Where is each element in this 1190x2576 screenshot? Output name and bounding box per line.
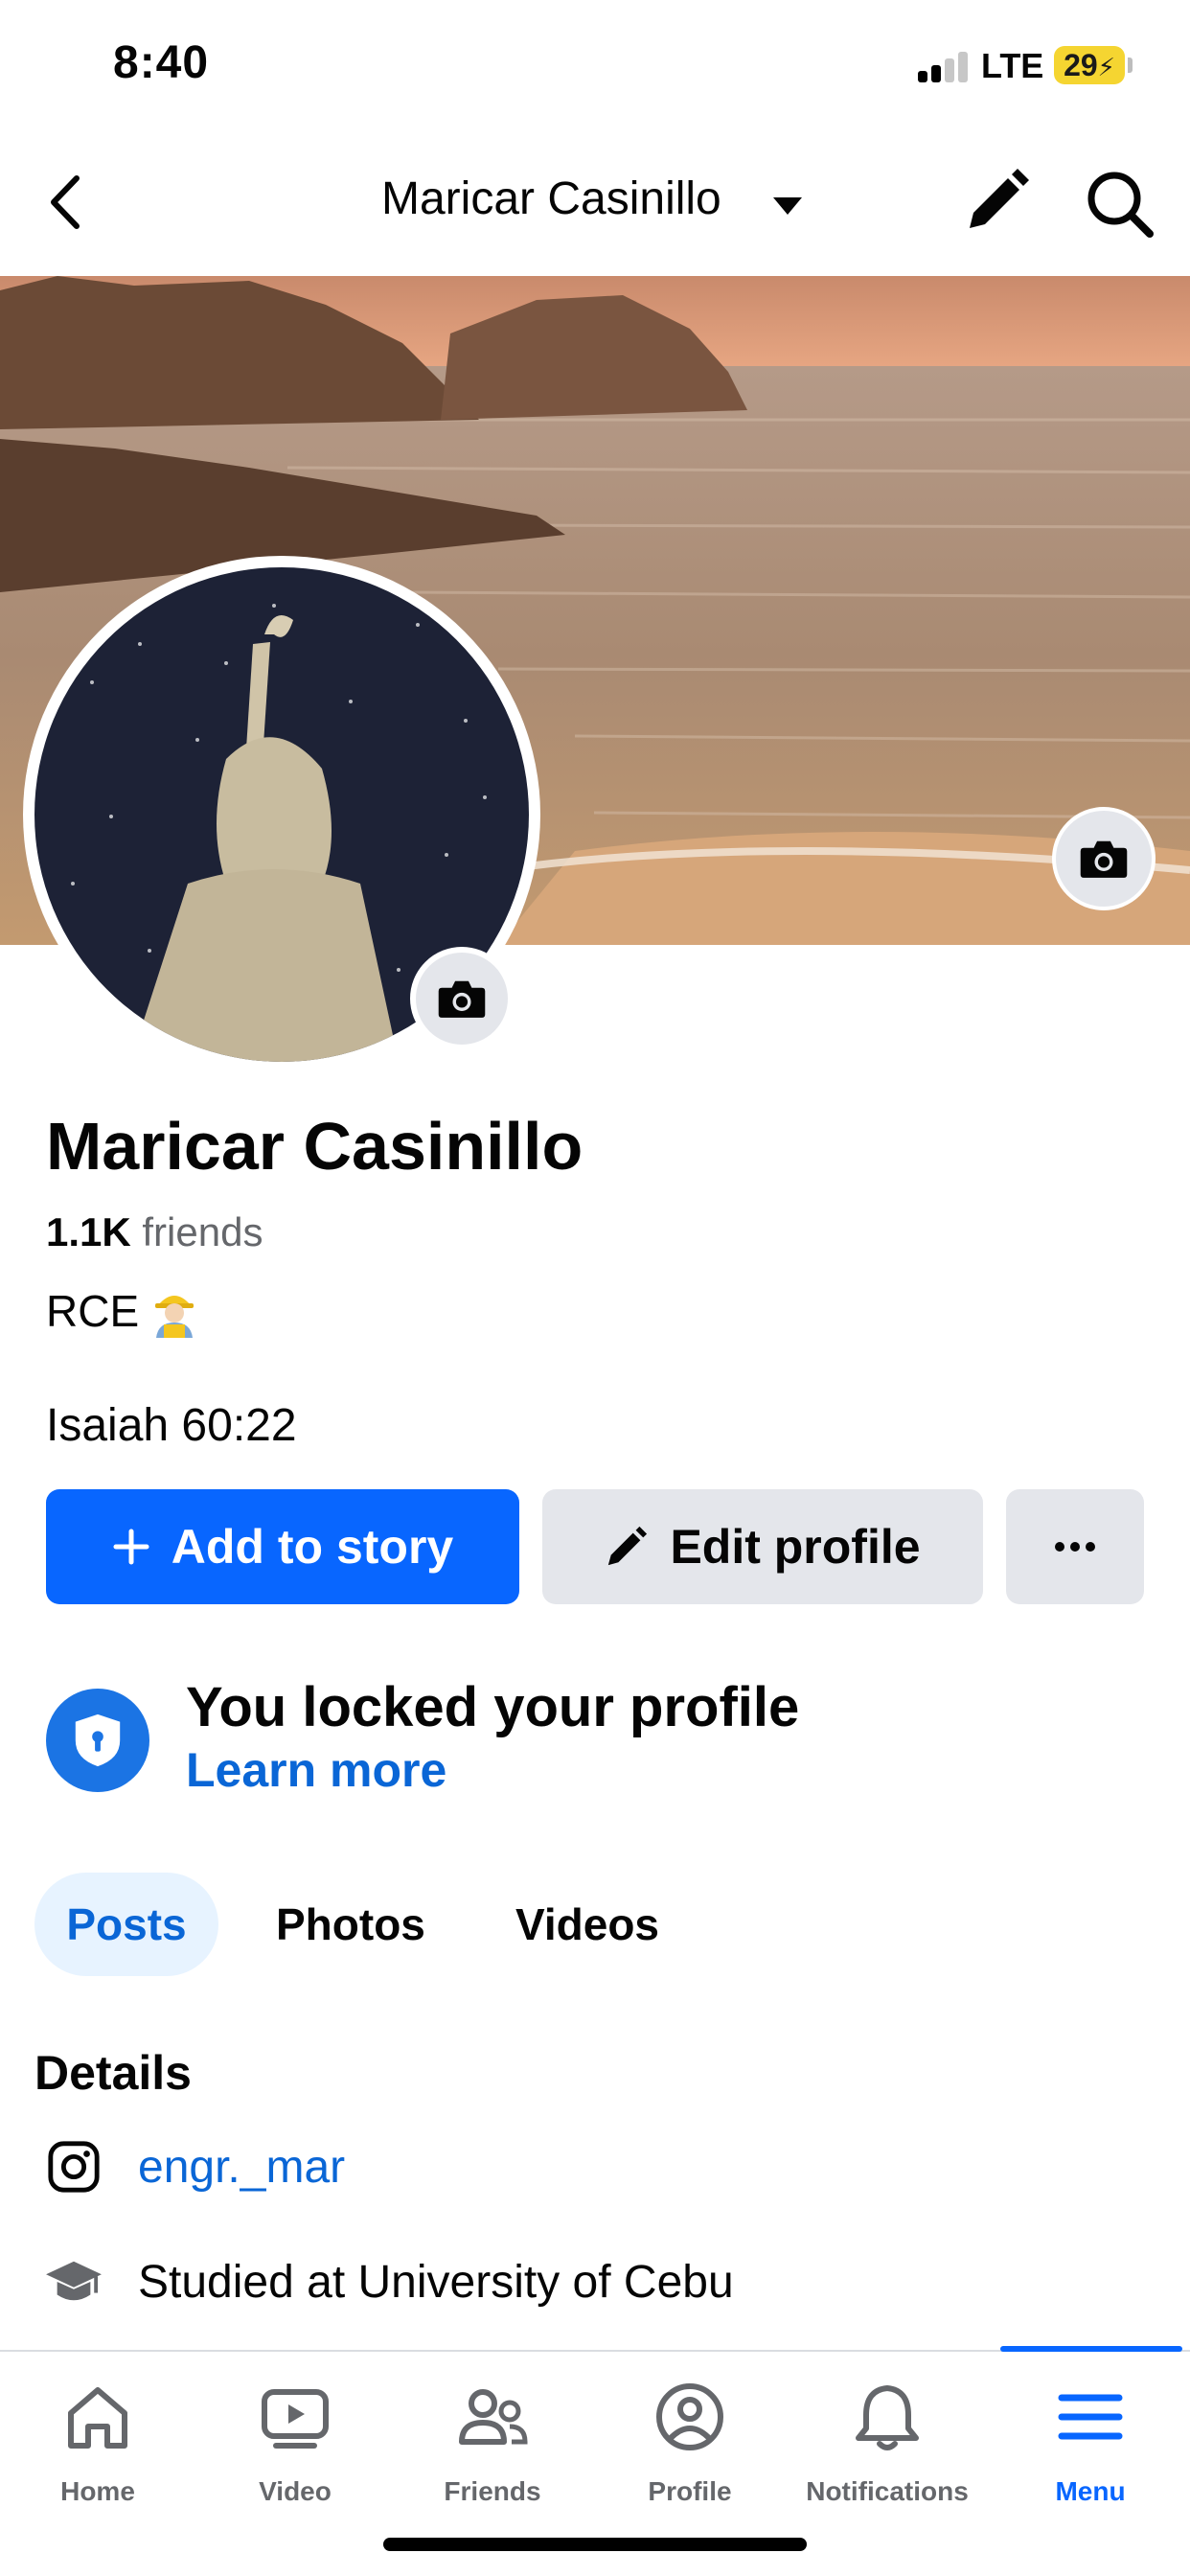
- nav-profile[interactable]: Profile: [594, 2379, 786, 2507]
- camera-icon: [1080, 840, 1128, 878]
- nav-notifications-label: Notifications: [806, 2476, 969, 2506]
- bio-text: RCE: [46, 1286, 140, 1336]
- header-title[interactable]: Maricar Casinillo: [381, 172, 721, 225]
- battery-level: 29: [1064, 48, 1098, 82]
- battery-icon: 29⚡: [1054, 46, 1125, 84]
- education-text: Studied at University of Cebu: [138, 2256, 734, 2308]
- edit-profile-button[interactable]: Edit profile: [542, 1489, 983, 1604]
- camera-icon: [438, 980, 486, 1018]
- add-to-story-label: Add to story: [171, 1520, 454, 1574]
- nav-profile-label: Profile: [648, 2476, 732, 2506]
- menu-icon: [1058, 2394, 1123, 2440]
- friends-count-value: 1.1K: [46, 1209, 131, 1254]
- back-icon[interactable]: [38, 169, 96, 236]
- home-icon: [68, 2387, 127, 2449]
- instagram-icon: [42, 2135, 105, 2198]
- caret-down-icon[interactable]: [770, 192, 805, 220]
- tab-posts[interactable]: Posts: [34, 1873, 218, 1976]
- nav-friends[interactable]: Friends: [397, 2379, 588, 2507]
- shield-lock-icon: [46, 1689, 149, 1792]
- details-heading: Details: [34, 2046, 192, 2100]
- pencil-icon: [608, 1526, 648, 1566]
- locked-profile-title: You locked your profile: [186, 1676, 800, 1738]
- graduation-cap-icon: [42, 2250, 105, 2313]
- learn-more-link[interactable]: Learn more: [186, 1742, 446, 1798]
- ellipsis-icon: [1055, 1542, 1095, 1552]
- home-indicator: [383, 2538, 807, 2551]
- search-icon[interactable]: [1083, 167, 1156, 240]
- bio-line-2: Isaiah 60:22: [46, 1400, 297, 1451]
- avatar-camera-button[interactable]: [410, 947, 514, 1050]
- construction-worker-icon: [150, 1284, 198, 1338]
- tab-photos[interactable]: Photos: [276, 1873, 425, 1976]
- signal-icon: [918, 52, 970, 82]
- education-detail: Studied at University of Cebu: [42, 2250, 734, 2313]
- video-icon: [262, 2389, 329, 2449]
- friends-count-label: friends: [142, 1209, 263, 1254]
- bio-line-1: RCE: [46, 1284, 198, 1338]
- network-type: LTE: [981, 46, 1044, 85]
- status-time: 8:40: [113, 37, 210, 88]
- add-to-story-button[interactable]: Add to story: [46, 1489, 519, 1604]
- nav-home-label: Home: [60, 2476, 135, 2506]
- nav-home[interactable]: Home: [2, 2379, 194, 2507]
- nav-video[interactable]: Video: [199, 2379, 391, 2507]
- edit-profile-label: Edit profile: [670, 1520, 921, 1574]
- nav-friends-label: Friends: [444, 2476, 541, 2506]
- more-options-button[interactable]: [1006, 1489, 1144, 1604]
- friends-count[interactable]: 1.1K friends: [46, 1209, 263, 1255]
- cover-camera-button[interactable]: [1052, 807, 1156, 910]
- status-bar: 8:40 LTE 29⚡: [0, 0, 1190, 134]
- plus-icon: [113, 1529, 149, 1565]
- instagram-handle[interactable]: engr._mar: [138, 2141, 345, 2194]
- tab-videos[interactable]: Videos: [515, 1873, 659, 1976]
- profile-icon: [656, 2383, 723, 2450]
- active-tab-indicator: [1000, 2346, 1182, 2352]
- battery-tip: [1128, 58, 1133, 73]
- charging-bolt-icon: ⚡: [1097, 53, 1115, 81]
- friends-icon: [459, 2389, 528, 2445]
- nav-menu-label: Menu: [1055, 2476, 1126, 2506]
- instagram-detail[interactable]: engr._mar: [42, 2135, 345, 2198]
- nav-menu[interactable]: Menu: [995, 2379, 1186, 2507]
- nav-notifications[interactable]: Notifications: [791, 2379, 983, 2507]
- nav-header: Maricar Casinillo: [0, 134, 1190, 276]
- profile-name: Maricar Casinillo: [46, 1109, 584, 1184]
- nav-video-label: Video: [259, 2476, 332, 2506]
- pencil-icon[interactable]: [962, 167, 1031, 236]
- bell-icon: [856, 2385, 919, 2450]
